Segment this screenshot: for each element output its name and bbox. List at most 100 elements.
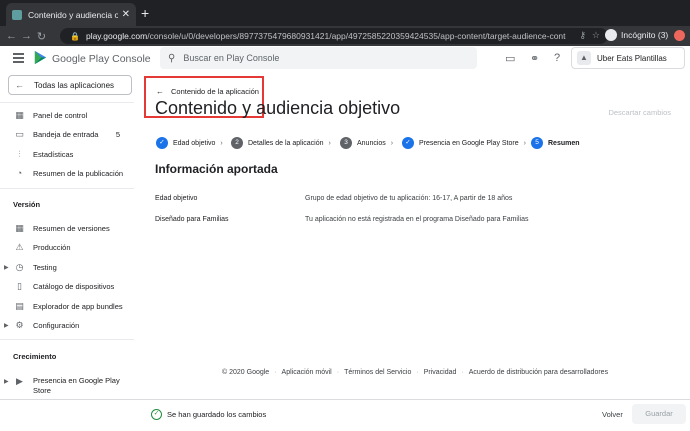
all-apps-label: Todas las aplicaciones xyxy=(34,80,115,90)
discard-changes-button[interactable]: Descartar cambios xyxy=(608,108,671,117)
sidebar-item-label: Panel de control xyxy=(33,110,88,120)
step-ads[interactable]: 3 Anuncios › xyxy=(340,137,393,149)
developer-account-switcher[interactable]: ▲ Uber Eats Plantillas xyxy=(571,47,685,69)
brand-suffix: Console xyxy=(112,53,151,65)
brand-main: Google Play xyxy=(52,53,110,65)
footer-link-dda[interactable]: Acuerdo de distribución para desarrollad… xyxy=(469,369,608,376)
chevron-right-icon: › xyxy=(220,139,223,147)
incognito-profile[interactable]: Incógnito (3) xyxy=(605,29,668,41)
info-key: Diseñado para Familias xyxy=(155,216,229,223)
separator-dot: · xyxy=(416,369,419,376)
browser-toolbar: ← → ↻ 🔒 play.google.com/console/u/0/deve… xyxy=(0,26,690,46)
sidebar-item-dashboard[interactable]: ▦ Panel de control xyxy=(0,108,134,122)
developer-account-name: Uber Eats Plantillas xyxy=(597,53,667,63)
step-number: 5 xyxy=(531,137,543,149)
releases-icon: ▦ xyxy=(15,222,24,233)
expand-caret-icon[interactable]: ▶ xyxy=(4,264,9,271)
chevron-right-icon: › xyxy=(523,139,526,147)
close-tab-icon[interactable]: ✕ xyxy=(122,9,130,20)
section-title: Información aportada xyxy=(155,162,278,176)
info-value: Grupo de edad objetivo de tu aplicación:… xyxy=(305,195,513,202)
sidebar-item-inbox[interactable]: ▭ Bandeja de entrada 5 xyxy=(0,127,134,141)
sidebar-item-statistics[interactable]: ⫶ Estadísticas xyxy=(0,147,134,161)
menu-icon[interactable] xyxy=(13,53,24,65)
forward-arrow-icon[interactable]: → xyxy=(19,30,34,42)
notifications-icon[interactable]: ▭ xyxy=(505,52,515,65)
sidebar-item-label: Producción xyxy=(33,242,71,252)
bundle-icon: ▤ xyxy=(15,300,24,311)
new-tab-icon[interactable]: + xyxy=(141,6,149,20)
footer-link-privacy[interactable]: Privacidad xyxy=(424,369,457,376)
url-path: /console/u/0/developers/8977375479680931… xyxy=(147,31,566,41)
link-icon[interactable]: ⚭ xyxy=(530,52,539,65)
sidebar-item-label: Testing xyxy=(33,262,57,272)
sidebar-item-label: Explorador de app bundles xyxy=(33,301,123,311)
extension-badge-icon[interactable] xyxy=(674,30,685,41)
back-arrow-icon[interactable]: ← xyxy=(4,30,19,42)
step-target-age[interactable]: ✓ Edad objetivo › xyxy=(156,137,223,149)
production-icon: ⚠ xyxy=(15,241,24,252)
inbox-icon: ▭ xyxy=(15,128,24,139)
save-status-text: Se han guardado los cambios xyxy=(167,410,267,419)
dashboard-icon: ▦ xyxy=(15,109,24,120)
inbox-count-badge: 5 xyxy=(115,129,120,139)
sidebar-item-production[interactable]: ⚠ Producción xyxy=(0,240,134,254)
step-label: Anuncios xyxy=(357,139,386,147)
step-app-details[interactable]: 2 Detalles de la aplicación › xyxy=(231,137,331,149)
sidebar-item-releases-overview[interactable]: ▦ Resumen de versiones xyxy=(0,221,134,235)
save-bar: ✓ Se han guardado los cambios Volver Gua… xyxy=(134,399,690,431)
step-store-presence[interactable]: ✓ Presencia en Google Play Store › xyxy=(402,137,526,149)
save-button[interactable]: Guardar xyxy=(632,404,686,424)
sidebar-item-app-bundle-explorer[interactable]: ▤ Explorador de app bundles xyxy=(0,299,134,313)
bookmark-star-icon[interactable]: ☆ xyxy=(592,30,600,41)
expand-caret-icon[interactable]: ▶ xyxy=(4,378,9,385)
step-label: Presencia en Google Play Store xyxy=(419,139,519,147)
main-content: ← Contenido de la aplicación Contenido y… xyxy=(134,72,690,431)
divider xyxy=(0,102,134,103)
sidebar-item-device-catalog[interactable]: ▯ Catálogo de dispositivos xyxy=(0,279,134,293)
sidebar-item-label: Resumen de versiones xyxy=(33,223,110,233)
sidebar-item-setup[interactable]: ▶ ⚙ Configuración xyxy=(0,318,134,332)
publishing-icon: ◔ xyxy=(16,168,23,178)
sidebar-item-publishing-overview[interactable]: ◔ Resumen de la publicación xyxy=(0,166,134,180)
sidebar: ← Todas las aplicaciones ▦ Panel de cont… xyxy=(0,72,134,431)
sidebar-item-label: Resumen de la publicación xyxy=(33,168,124,178)
expand-caret-icon[interactable]: ▶ xyxy=(4,322,9,329)
page-title: Contenido y audiencia objetivo xyxy=(155,98,401,118)
tab-title: Contenido y audiencia objetivo xyxy=(28,9,118,20)
chevron-right-icon: › xyxy=(390,139,394,147)
footer-link-terms[interactable]: Términos del Servicio xyxy=(344,369,411,376)
device-icon: ▯ xyxy=(17,280,22,291)
search-input[interactable] xyxy=(183,53,464,63)
reload-icon[interactable]: ↻ xyxy=(34,30,49,43)
search-box[interactable]: ⚲ xyxy=(160,47,477,69)
stepper: ✓ Edad objetivo › 2 Detalles de la aplic… xyxy=(156,137,686,151)
all-apps-button[interactable]: ← Todas las aplicaciones xyxy=(8,75,132,95)
step-number: 3 xyxy=(340,137,352,149)
section-heading-growth: Crecimiento xyxy=(13,352,57,361)
sidebar-item-label: Bandeja de entrada xyxy=(33,129,99,139)
help-icon[interactable]: ? xyxy=(554,52,560,64)
step-summary[interactable]: 5 Resumen xyxy=(531,137,580,149)
address-bar[interactable]: 🔒 play.google.com/console/u/0/developers… xyxy=(60,28,608,44)
separator-dot: · xyxy=(336,369,340,376)
incognito-label: Incógnito (3) xyxy=(621,30,669,40)
key-icon[interactable]: ⚷ xyxy=(579,30,586,41)
step-number: 2 xyxy=(231,137,243,149)
back-arrow-icon: ← xyxy=(15,80,24,90)
settings-icon: ⚙ xyxy=(15,319,24,330)
testing-icon: ◷ xyxy=(15,261,24,272)
sidebar-item-label: Estadísticas xyxy=(33,149,74,159)
developer-avatar-icon: ▲ xyxy=(577,51,591,65)
browser-tab[interactable]: Contenido y audiencia objetivo ✕ xyxy=(6,3,136,26)
divider xyxy=(0,339,134,340)
footer-link-mobile-app[interactable]: Aplicación móvil xyxy=(282,369,332,376)
play-console-favicon-icon xyxy=(12,9,22,20)
sidebar-item-label: Catálogo de dispositivos xyxy=(33,281,115,291)
app-header: Google Play Console ⚲ ▭ ⚭ ? ▲ Uber Eats … xyxy=(0,46,690,72)
check-circle-icon: ✓ xyxy=(151,409,162,420)
sidebar-item-testing[interactable]: ▶ ◷ Testing xyxy=(0,260,134,274)
back-button[interactable]: Volver xyxy=(602,410,623,419)
url-host: play.google.com xyxy=(85,31,148,41)
sidebar-item-label: Configuración xyxy=(33,320,80,330)
